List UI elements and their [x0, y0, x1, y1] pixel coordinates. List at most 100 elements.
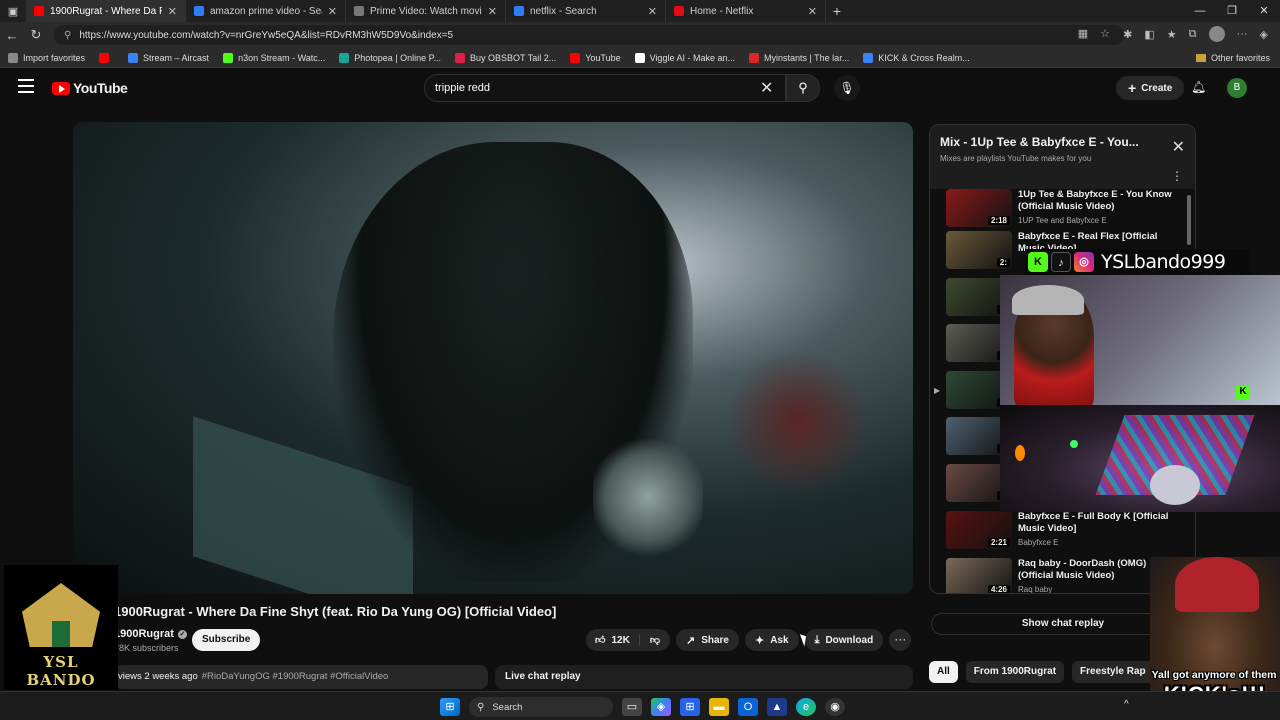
- close-tab-icon[interactable]: ✕: [168, 5, 177, 18]
- menu-icon[interactable]: [18, 79, 34, 97]
- search-input[interactable]: trippie redd: [424, 74, 786, 102]
- favorite-link[interactable]: n3on Stream - Watc...: [223, 52, 326, 63]
- favorite-label: Buy OBSBOT Tail 2...: [470, 52, 557, 63]
- close-tab-icon[interactable]: ✕: [648, 5, 657, 18]
- taskbar-search[interactable]: ⚲ Search: [469, 697, 613, 717]
- outlook-icon[interactable]: O: [738, 698, 758, 716]
- other-favorites[interactable]: Other favorites: [1195, 52, 1270, 63]
- tab-title: amazon prime video - Search: [210, 5, 322, 17]
- profile-avatar[interactable]: [1208, 26, 1225, 42]
- channel-name[interactable]: 1900Rugrat ✓: [114, 628, 187, 640]
- collections-icon[interactable]: ⧉: [1189, 28, 1197, 41]
- window-menu-icon[interactable]: ▣: [0, 0, 26, 22]
- favorite-link[interactable]: KICK & Cross Realm...: [863, 52, 970, 63]
- favorites-icon[interactable]: ★: [1167, 28, 1177, 41]
- store-icon[interactable]: ⊞: [680, 698, 700, 716]
- subscribe-button[interactable]: Subscribe: [192, 629, 261, 651]
- streamer-handle: YSLbando999: [1101, 251, 1226, 273]
- filter-chip[interactable]: Freestyle Rap: [1072, 661, 1154, 683]
- photos-icon[interactable]: ▲: [767, 698, 787, 716]
- taskbar-search-label: Search: [492, 701, 523, 713]
- clear-search-icon[interactable]: ✕: [760, 78, 773, 98]
- like-dislike-group: 👍︎ 12K 👎︎: [586, 629, 670, 651]
- video-duration: 2:18: [987, 216, 1010, 225]
- filter-chip[interactable]: All: [929, 661, 958, 683]
- favorite-label: n3on Stream - Watc...: [238, 52, 326, 63]
- split-screen-icon[interactable]: ◧: [1144, 28, 1154, 41]
- video-thumbnail[interactable]: 2:18: [946, 189, 1012, 227]
- site-info-icon[interactable]: ⚲: [64, 30, 71, 41]
- ask-button[interactable]: ✦ Ask: [744, 629, 799, 651]
- start-menu-icon[interactable]: ⊞: [440, 698, 460, 716]
- youtube-logo[interactable]: YouTube: [52, 80, 128, 96]
- browser-tab[interactable]: Home - Netflix ✕: [666, 0, 826, 22]
- search-button[interactable]: ⚲: [786, 74, 820, 102]
- create-button[interactable]: + Create: [1116, 76, 1185, 100]
- copilot-icon[interactable]: ◈: [1260, 28, 1268, 41]
- close-tab-icon[interactable]: ✕: [808, 5, 817, 18]
- extensions-icon[interactable]: ✱: [1123, 28, 1132, 41]
- favorite-link[interactable]: YouTube: [570, 52, 621, 63]
- close-window-icon[interactable]: ✕: [1248, 0, 1280, 22]
- hashtags[interactable]: #RioDaYungOG #1900Rugrat #OfficialVideo: [202, 671, 389, 682]
- voice-search-button[interactable]: 🎙︎: [834, 75, 860, 101]
- new-tab-button[interactable]: +: [826, 3, 848, 19]
- playlist-item[interactable]: 2:21 Babyfxce E - Full Body K [Official M…: [946, 511, 1186, 553]
- favorite-link[interactable]: Import favorites: [8, 52, 85, 63]
- settings-more-icon[interactable]: ···: [1237, 28, 1248, 40]
- obs-icon[interactable]: ◉: [825, 698, 845, 716]
- back-icon[interactable]: ←: [0, 28, 24, 43]
- download-button[interactable]: ⤓ Download: [804, 629, 884, 651]
- tray-chevron-icon[interactable]: ^: [1124, 699, 1129, 710]
- favorite-icon: [748, 52, 759, 63]
- video-player[interactable]: [73, 122, 913, 594]
- close-playlist-icon[interactable]: ✕: [1172, 137, 1185, 157]
- close-tab-icon[interactable]: ✕: [488, 5, 497, 18]
- close-tab-icon[interactable]: ✕: [328, 5, 337, 18]
- dislike-button[interactable]: 👎︎: [640, 634, 670, 646]
- maximize-icon[interactable]: ❐: [1216, 0, 1248, 22]
- notifications-bell-icon[interactable]: 🔔︎: [1191, 80, 1206, 94]
- video-thumbnail[interactable]: 2:: [946, 231, 1012, 269]
- playlist-scrollbar[interactable]: [1187, 195, 1191, 245]
- playlist-menu-icon[interactable]: ⋮: [1171, 169, 1183, 183]
- more-actions-icon[interactable]: ···: [889, 629, 912, 651]
- url-field[interactable]: ⚲ https://www.youtube.com/watch?v=nrGreY…: [54, 25, 1124, 45]
- share-button[interactable]: ↗ Share: [675, 629, 739, 651]
- favorite-star-icon[interactable]: ☆: [1100, 27, 1110, 40]
- window-controls: — ❐ ✕: [1184, 0, 1280, 22]
- favorite-link[interactable]: Myinstants | The lar...: [748, 52, 849, 63]
- playlist-item-info: Babyfxce E - Full Body K [Official Music…: [1018, 511, 1178, 553]
- browser-tab[interactable]: 1900Rugrat - Where Da Fine ✕: [26, 0, 186, 22]
- favorite-link[interactable]: Buy OBSBOT Tail 2...: [455, 52, 557, 63]
- browser-tab[interactable]: Prime Video: Watch movies, TV sh ✕: [346, 0, 506, 22]
- refresh-icon[interactable]: ↻: [24, 27, 48, 43]
- favorite-link[interactable]: Photopea | Online P...: [339, 52, 441, 63]
- playlist-item-title: Babyfxce E - Full Body K [Official Music…: [1018, 511, 1169, 534]
- playlist-item-artist: 1UP Tee and Babyfxce E: [1018, 216, 1107, 225]
- video-thumbnail[interactable]: 4:26: [946, 558, 1012, 593]
- favorite-link[interactable]: Viggle AI - Make an...: [634, 52, 735, 63]
- file-explorer-icon[interactable]: ▬: [709, 698, 729, 716]
- favorite-link[interactable]: [99, 52, 114, 63]
- like-button[interactable]: 👍︎ 12K: [586, 634, 640, 646]
- other-favorites-label: Other favorites: [1210, 52, 1270, 63]
- task-view-icon[interactable]: ▭: [622, 698, 642, 716]
- minimize-icon[interactable]: —: [1184, 0, 1216, 22]
- favorite-label: YouTube: [585, 52, 621, 63]
- video-thumbnail[interactable]: 2:21: [946, 511, 1012, 549]
- search-icon: ⚲: [477, 701, 485, 713]
- browser-tab[interactable]: amazon prime video - Search ✕: [186, 0, 346, 22]
- copilot-app-icon[interactable]: ◈: [651, 698, 671, 716]
- browser-tab[interactable]: netflix - Search ✕: [506, 0, 666, 22]
- playlist-title[interactable]: Mix - 1Up Tee & Babyfxce E - You...: [940, 135, 1185, 149]
- playlist-item[interactable]: 2:18 1Up Tee & Babyfxce E - You Know (Off…: [946, 189, 1186, 231]
- edge-icon[interactable]: e: [796, 698, 816, 716]
- app-available-icon[interactable]: ▦: [1078, 27, 1088, 40]
- filter-chip[interactable]: From 1900Rugrat: [965, 661, 1065, 683]
- description-box[interactable]: views 2 weeks ago #RioDaYungOG #1900Rugra…: [114, 665, 488, 689]
- live-chat-replay-header[interactable]: Live chat replay: [495, 665, 913, 689]
- account-avatar[interactable]: B: [1227, 78, 1247, 98]
- tab-favicon-icon: [34, 6, 44, 16]
- favorite-link[interactable]: Stream – Aircast: [128, 52, 209, 63]
